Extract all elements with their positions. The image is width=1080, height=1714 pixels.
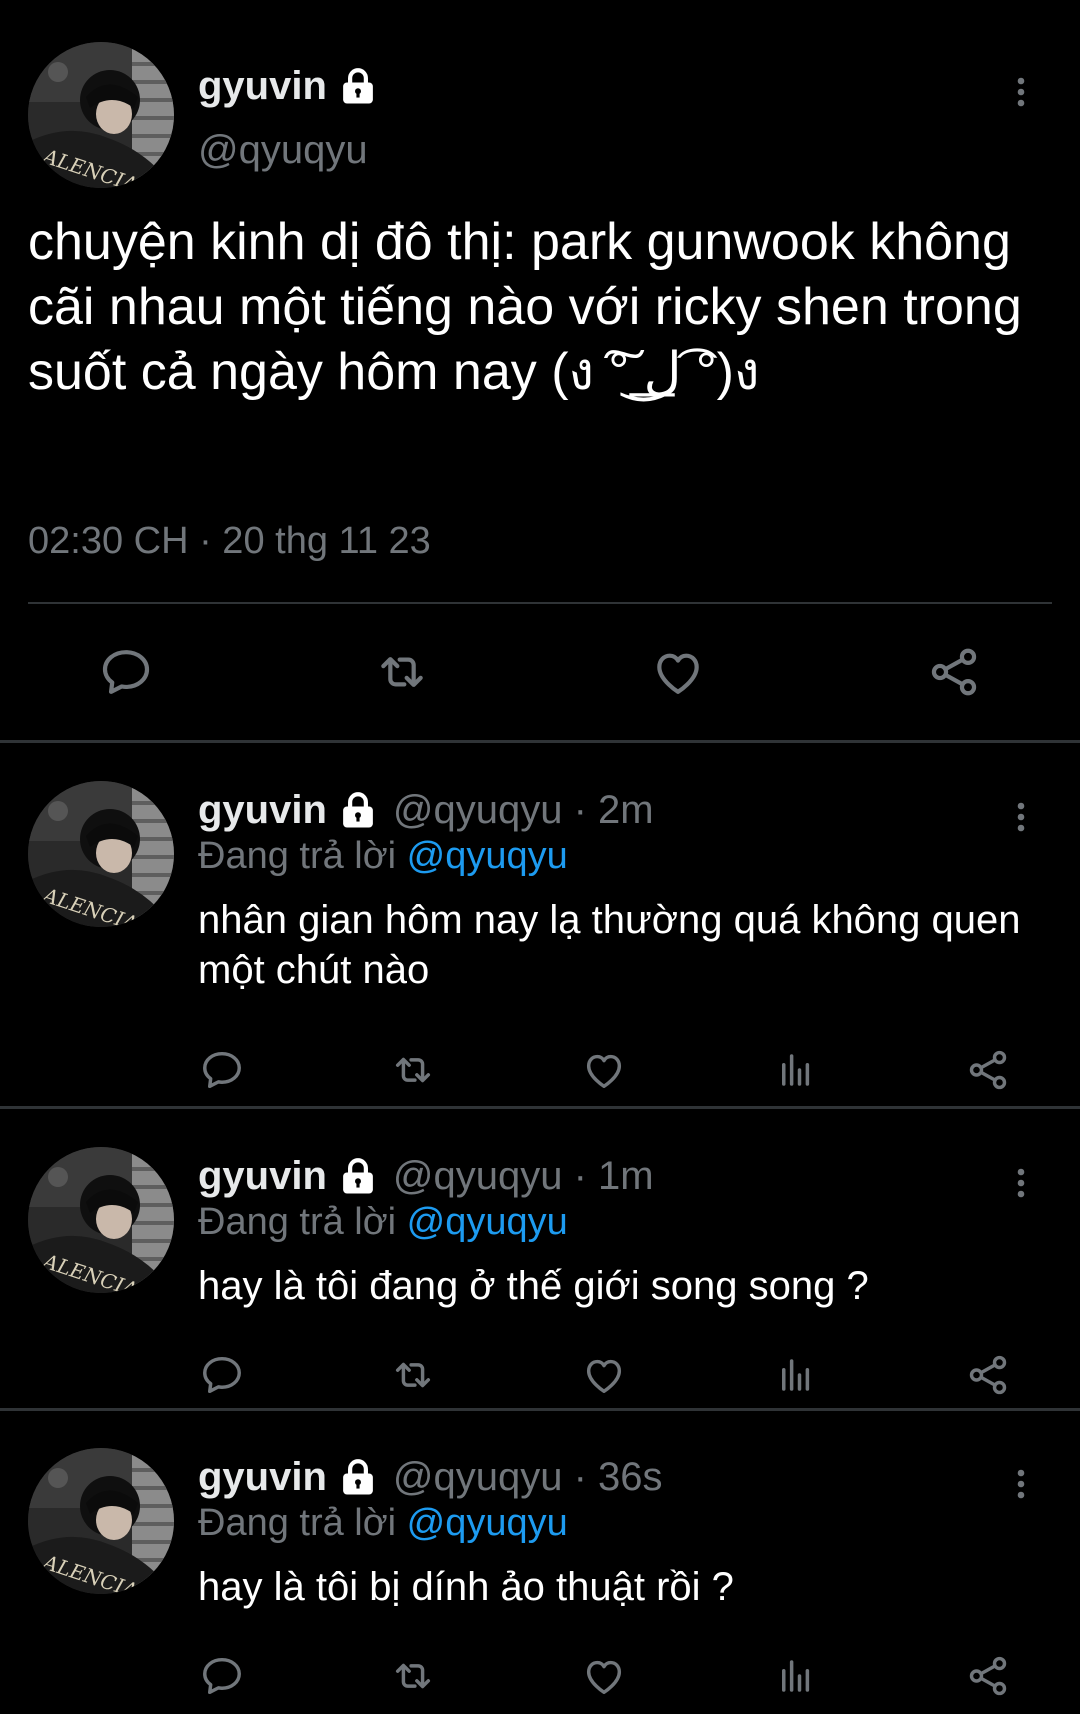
avatar-image [28,42,174,188]
mention-link[interactable]: @qyuqyu [407,835,568,877]
more-options-button[interactable] [1001,62,1041,122]
replying-to: Đang trả lời @qyuqyu [198,1201,568,1244]
more-vertical-icon [1017,1168,1025,1198]
lock-icon [337,65,379,107]
avatar[interactable] [28,1448,174,1594]
share-icon [965,1352,1011,1398]
handle-and-time[interactable]: @qyuqyu · 1m [393,1154,654,1199]
reply-header: gyuvin @qyuqyu · 2m [198,781,654,839]
retweet-icon [390,1352,436,1398]
tweet-text: hay là tôi bị dính ảo thuật rồi ? [198,1565,734,1609]
stats-icon [775,1354,817,1396]
share-icon [926,644,982,700]
tweet-text: nhân gian hôm nay lạ thường quá không qu… [198,898,1021,992]
handle-and-time[interactable]: @qyuqyu · 36s [393,1455,663,1500]
retweet-icon [390,1047,436,1093]
replying-prefix: Đang trả lời [198,835,397,877]
lock-icon [337,1456,379,1498]
divider [28,602,1052,604]
share-icon [965,1047,1011,1093]
reply-icon [98,644,154,700]
views-button[interactable] [770,1349,822,1401]
lock-icon [337,1155,379,1197]
more-vertical-icon [1017,802,1025,832]
heart-icon [581,1653,627,1699]
share-button[interactable] [922,640,986,704]
display-name[interactable]: gyuvin [198,1154,327,1199]
reply-icon [199,1653,245,1699]
mention-link[interactable]: @qyuqyu [407,1201,568,1243]
share-button[interactable] [962,1650,1014,1702]
replying-prefix: Đang trả lời [198,1502,397,1544]
replying-to: Đang trả lời @qyuqyu [198,1502,568,1545]
retweet-icon [374,644,430,700]
share-button[interactable] [962,1044,1014,1096]
avatar-image [28,781,174,927]
action-bar [0,1349,1080,1401]
heart-icon [650,644,706,700]
more-vertical-icon [1017,1469,1025,1499]
stats-icon [775,1655,817,1697]
views-button[interactable] [770,1044,822,1096]
lock-icon [337,789,379,831]
display-name[interactable]: gyuvin [198,64,327,109]
like-button[interactable] [646,640,710,704]
replying-prefix: Đang trả lời [198,1201,397,1243]
avatar-image [28,1448,174,1594]
action-bar [0,640,1080,704]
action-bar [0,1044,1080,1096]
handle-and-time[interactable]: @qyuqyu · 2m [393,788,654,833]
tweet-text: chuyện kinh dị đô thị: park gunwook khôn… [28,213,1037,401]
views-button[interactable] [770,1650,822,1702]
reply-header: gyuvin @qyuqyu · 36s [198,1448,663,1506]
more-options-button[interactable] [1001,787,1041,847]
main-tweet: gyuvin @qyuqyu chuyện kinh dị đô thị: pa… [0,0,1080,742]
reply-tweet: gyuvin @qyuqyu · 2m Đang trả lời @qyuqyu… [0,743,1080,1105]
more-options-button[interactable] [1001,1454,1041,1514]
reply-tweet: gyuvin @qyuqyu · 36s Đang trả lời @qyuqy… [0,1410,1080,1714]
retweet-icon [390,1653,436,1699]
reply-tweet: gyuvin @qyuqyu · 1m Đang trả lời @qyuqyu… [0,1109,1080,1409]
reply-button[interactable] [196,1650,248,1702]
display-name[interactable]: gyuvin [198,1455,327,1500]
stats-icon [775,1049,817,1091]
more-vertical-icon [1017,77,1025,107]
like-button[interactable] [578,1650,630,1702]
heart-icon [581,1047,627,1093]
retweet-button[interactable] [387,1349,439,1401]
more-options-button[interactable] [1001,1153,1041,1213]
mention-link[interactable]: @qyuqyu [407,1502,568,1544]
avatar[interactable] [28,1147,174,1293]
like-button[interactable] [578,1349,630,1401]
replying-to: Đang trả lời @qyuqyu [198,835,568,878]
tweet-text: hay là tôi đang ở thế giới song song ? [198,1264,869,1308]
like-button[interactable] [578,1044,630,1096]
reply-header: gyuvin @qyuqyu · 1m [198,1147,654,1205]
reply-button[interactable] [94,640,158,704]
avatar[interactable] [28,42,174,188]
reply-icon [199,1352,245,1398]
action-bar [0,1650,1080,1702]
reply-button[interactable] [196,1349,248,1401]
tweet-timestamp[interactable]: 02:30 CH · 20 thg 11 23 [28,520,431,563]
author-handle[interactable]: @qyuqyu [198,128,368,173]
reply-button[interactable] [196,1044,248,1096]
reply-icon [199,1047,245,1093]
avatar[interactable] [28,781,174,927]
display-name[interactable]: gyuvin [198,788,327,833]
heart-icon [581,1352,627,1398]
retweet-button[interactable] [387,1650,439,1702]
retweet-button[interactable] [387,1044,439,1096]
author-name-row: gyuvin [198,58,379,114]
retweet-button[interactable] [370,640,434,704]
share-button[interactable] [962,1349,1014,1401]
share-icon [965,1653,1011,1699]
avatar-image [28,1147,174,1293]
